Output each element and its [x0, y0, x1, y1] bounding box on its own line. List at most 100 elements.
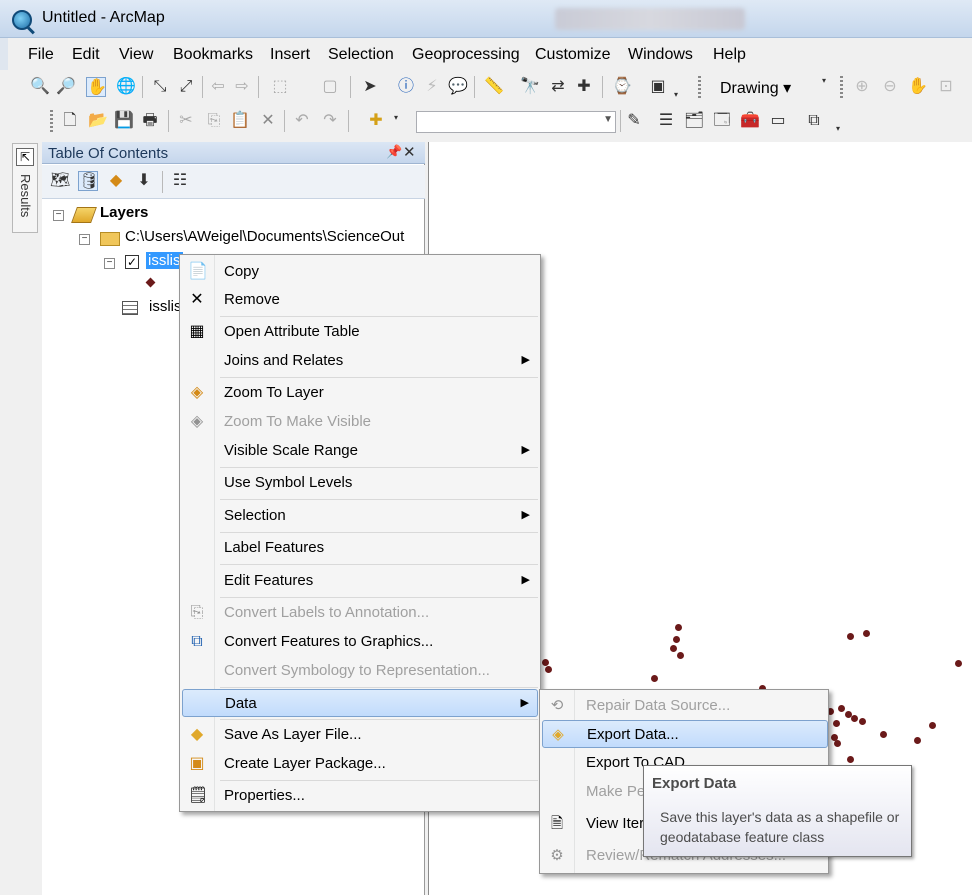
find-icon[interactable]: 🔭: [520, 77, 540, 97]
list-by-drawing-order-icon[interactable]: 🗺: [50, 171, 70, 191]
menu-item-selection[interactable]: Selection ▶: [182, 502, 538, 530]
menu-help[interactable]: Help: [713, 46, 746, 64]
submenu-item-label: Export Data...: [587, 726, 679, 743]
list-by-visibility-icon[interactable]: ◆: [106, 171, 126, 191]
toc-close-button[interactable]: ✕: [403, 143, 416, 161]
pan-layout-icon[interactable]: ✋: [908, 77, 928, 97]
menu-windows[interactable]: Windows: [628, 46, 693, 64]
paste-icon[interactable]: 📋: [230, 111, 250, 131]
menu-geoprocessing[interactable]: Geoprocessing: [412, 46, 520, 64]
menu-item-use-symbol-levels[interactable]: Use Symbol Levels: [182, 469, 538, 497]
menu-edit[interactable]: Edit: [72, 46, 100, 64]
catalog-icon[interactable]: 🗂: [684, 111, 704, 131]
chevron-down-icon[interactable]: ▼: [603, 114, 613, 125]
zoom-out-layout-icon[interactable]: ⊖: [880, 77, 900, 97]
menu-customize[interactable]: Customize: [535, 46, 611, 64]
pan-icon[interactable]: ✋: [86, 77, 107, 97]
menu-item-properties[interactable]: 🗒 Properties...: [182, 782, 538, 810]
workspace-folder[interactable]: C:\Users\AWeigel\Documents\ScienceOut: [125, 228, 404, 245]
menu-item-edit-features[interactable]: Edit Features ▶: [182, 567, 538, 595]
select-elements-icon[interactable]: ➤: [360, 77, 380, 97]
toc-options-icon[interactable]: ☷: [170, 171, 190, 191]
save-icon[interactable]: 💾: [114, 111, 134, 131]
menu-item-label-features[interactable]: Label Features: [182, 534, 538, 562]
time-slider-icon[interactable]: ⌚: [612, 77, 632, 97]
menu-item-joins-and-relates[interactable]: Joins and Relates ▶: [182, 347, 538, 375]
python-window-icon[interactable]: ▭: [768, 111, 788, 131]
fixed-zoom-out-icon[interactable]: ⤢: [176, 77, 196, 97]
zoom-in-layout-icon[interactable]: ⊕: [852, 77, 872, 97]
layers-root[interactable]: Layers: [100, 204, 148, 221]
menu-selection[interactable]: Selection: [328, 46, 394, 64]
measure-icon[interactable]: 📏: [484, 77, 504, 97]
menu-item-copy[interactable]: 📄 Copy: [182, 258, 538, 286]
menu-item-create-layer-package[interactable]: ▣ Create Layer Package...: [182, 750, 538, 778]
menu-item-label: Remove: [224, 291, 280, 308]
menu-item-visible-scale-range[interactable]: Visible Scale Range ▶: [182, 437, 538, 465]
menu-item-open-attribute-table[interactable]: ▦ Open Attribute Table: [182, 318, 538, 346]
add-data-dropdown-icon[interactable]: ▾: [394, 113, 398, 122]
back-extent-icon[interactable]: ⇦: [208, 77, 228, 97]
collapse-layers-icon[interactable]: −: [53, 210, 64, 221]
map-point: [833, 720, 840, 727]
submenu-item-repair-data-source[interactable]: ⟲ Repair Data Source...: [542, 692, 828, 720]
standard-toolbar-options-icon[interactable]: ▾: [836, 124, 840, 133]
delete-icon[interactable]: ✕: [258, 111, 278, 131]
results-side-tab[interactable]: ⇱ Results: [12, 143, 38, 233]
zoom-whole-page-icon[interactable]: ⊡: [936, 77, 956, 97]
new-document-icon[interactable]: 🗋: [60, 111, 80, 131]
html-popup-icon[interactable]: 💬: [448, 77, 468, 97]
menu-item-remove[interactable]: ✕ Remove: [182, 286, 538, 314]
full-extent-icon[interactable]: 🌐: [116, 77, 136, 97]
menu-file[interactable]: File: [28, 46, 54, 64]
drawing-dropdown[interactable]: Drawing ▾: [720, 78, 791, 98]
add-data-icon[interactable]: ✚: [366, 111, 386, 131]
layer-visibility-checkbox[interactable]: ✓: [125, 255, 139, 269]
arctoolbox-icon[interactable]: 🧰: [740, 111, 760, 131]
drawing-toolbar-options-icon[interactable]: ▾: [822, 76, 826, 85]
select-features-icon[interactable]: ⬚: [270, 77, 290, 97]
go-to-xy-icon[interactable]: ✚: [574, 77, 594, 97]
forward-extent-icon[interactable]: ⇨: [232, 77, 252, 97]
menu-insert[interactable]: Insert: [270, 46, 310, 64]
editor-toolbar-icon[interactable]: ✎: [624, 111, 644, 131]
fixed-zoom-in-icon[interactable]: ⤡: [150, 77, 170, 97]
print-icon[interactable]: 🖶: [140, 111, 160, 131]
list-by-source-icon[interactable]: 🛢: [78, 171, 99, 191]
menu-item-convert-symbology[interactable]: Convert Symbology to Representation...: [182, 657, 538, 685]
submenu-item-export-data[interactable]: ◈ Export Data...: [542, 720, 828, 748]
menu-item-zoom-to-layer[interactable]: ◈ Zoom To Layer: [182, 379, 538, 407]
collapse-layer-icon[interactable]: −: [104, 258, 115, 269]
search-window-icon[interactable]: 🗔: [712, 111, 732, 131]
table-of-contents-icon[interactable]: ☰: [656, 111, 676, 131]
zoom-in-icon[interactable]: 🔍: [30, 77, 50, 97]
menu-view[interactable]: View: [119, 46, 153, 64]
menu-bookmarks[interactable]: Bookmarks: [173, 46, 253, 64]
toolbar-options-icon[interactable]: ▾: [674, 90, 678, 99]
collapse-folder-icon[interactable]: −: [79, 234, 90, 245]
pin-icon[interactable]: 📌: [386, 144, 402, 160]
selected-layer[interactable]: isslis: [146, 252, 183, 269]
copy-toolbar-icon[interactable]: ⎘: [204, 111, 224, 131]
menu-item-zoom-to-make-visible[interactable]: ◈ Zoom To Make Visible: [182, 408, 538, 436]
cut-icon[interactable]: ✂: [176, 111, 196, 131]
map-scale-combo[interactable]: ▼: [416, 111, 616, 133]
model-builder-icon[interactable]: ⧉: [804, 111, 824, 131]
clear-selection-icon[interactable]: ▢: [320, 77, 340, 97]
menu-item-label: Convert Symbology to Representation...: [224, 662, 490, 679]
undo-icon[interactable]: ↶: [292, 111, 312, 131]
menu-item-save-as-layer-file[interactable]: ◆ Save As Layer File...: [182, 721, 538, 749]
standalone-table[interactable]: isslis: [149, 298, 182, 315]
redo-icon[interactable]: ↷: [320, 111, 340, 131]
open-icon[interactable]: 📂: [88, 111, 108, 131]
list-by-selection-icon[interactable]: ⬇: [134, 171, 154, 191]
find-route-icon[interactable]: ⇄: [548, 77, 568, 97]
menu-item-data[interactable]: Data ▶: [182, 689, 538, 717]
create-viewer-icon[interactable]: ▣: [648, 77, 668, 97]
results-tab-label: Results: [18, 174, 33, 218]
zoom-out-icon[interactable]: 🔎: [56, 77, 76, 97]
menu-item-convert-features[interactable]: ⧉ Convert Features to Graphics...: [182, 628, 538, 656]
hyperlink-icon[interactable]: ⚡: [422, 77, 442, 97]
identify-icon[interactable]: ⓘ: [396, 77, 416, 97]
menu-item-convert-labels[interactable]: ⎘ Convert Labels to Annotation...: [182, 599, 538, 627]
